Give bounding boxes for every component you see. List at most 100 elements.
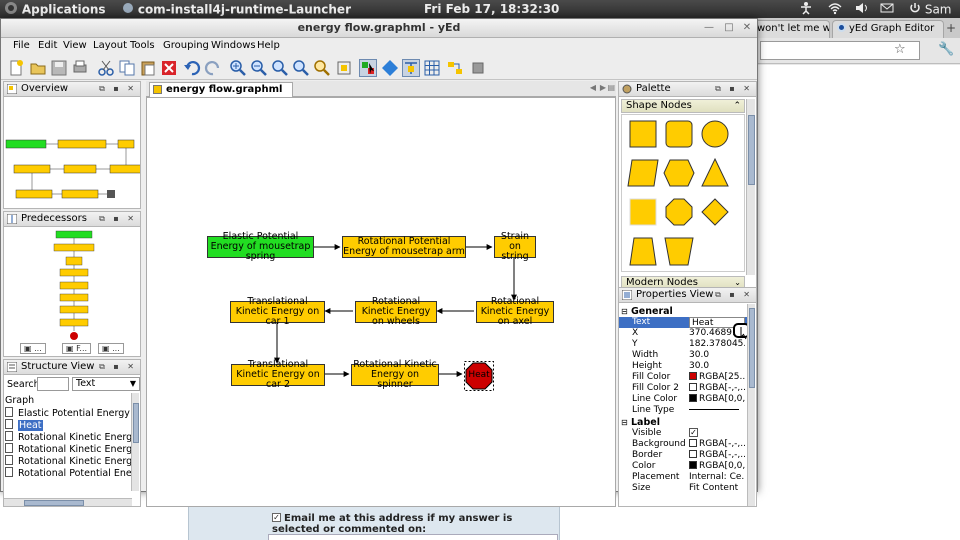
browser-tab-yed[interactable]: yEd Graph Editor xyxy=(832,20,944,38)
browser-tab-question[interactable]: won't let me w xyxy=(752,20,830,38)
navigation-mode-icon[interactable] xyxy=(381,59,399,77)
node-strain-on-string[interactable]: Strain on string xyxy=(494,232,536,262)
zoom-out-icon[interactable] xyxy=(250,59,268,77)
property-row-visible[interactable]: Visible ✓ xyxy=(619,428,747,439)
list-item-selected[interactable]: Heat xyxy=(5,419,132,431)
properties-header[interactable]: Properties View ⧉ ▪ ✕ xyxy=(619,288,756,303)
mail-icon[interactable] xyxy=(880,1,894,19)
menu-layout[interactable]: Layout xyxy=(93,40,127,51)
yed-titlebar[interactable]: energy flow.graphml - yEd — □ ✕ xyxy=(1,19,757,38)
panel-controls[interactable]: ⧉ ▪ ✕ xyxy=(99,212,137,226)
zoom-actual-icon[interactable] xyxy=(271,59,289,77)
property-row-line-color[interactable]: Line Color RGBA[0,0,... xyxy=(619,394,747,405)
property-row-fill-color[interactable]: Fill Color RGBA[25... xyxy=(619,372,747,383)
accessibility-icon[interactable] xyxy=(800,1,812,19)
node-tk-car2[interactable]: Translational Kinetic Energy on car 2 xyxy=(231,360,325,390)
tab-energy-flow[interactable]: energy flow.graphml xyxy=(149,82,294,97)
node-tk-car1[interactable]: Translational Kinetic Energy on car 1 xyxy=(230,297,325,327)
property-row-y[interactable]: Y182.378045... xyxy=(619,339,747,350)
email-notify-row[interactable]: ✓ Email me at this address if my answer i… xyxy=(272,513,542,535)
property-row-width[interactable]: Width 30.0 xyxy=(619,350,747,361)
overview-minimap[interactable] xyxy=(4,98,140,208)
fit-content-icon[interactable] xyxy=(335,59,353,77)
scroll-thumb[interactable] xyxy=(748,115,755,185)
paste-icon[interactable] xyxy=(139,59,157,77)
palette-vscrollbar[interactable] xyxy=(746,99,755,275)
zoom-area-icon[interactable] xyxy=(313,59,331,77)
save-icon[interactable] xyxy=(50,59,68,77)
zoom-in-icon[interactable] xyxy=(229,59,247,77)
list-item[interactable]: Elastic Potential Energy of m xyxy=(5,407,132,419)
list-item[interactable]: Rotational Kinetic Energy on xyxy=(5,443,132,455)
applications-menu[interactable]: Applications xyxy=(4,1,106,19)
orthogonal-edges-icon[interactable] xyxy=(446,59,464,77)
plugin-icon[interactable] xyxy=(469,59,487,77)
node-rk-axel[interactable]: Rotational Kinetic Energy on axel xyxy=(476,297,554,327)
structure-filter-select[interactable]: Text ▼ xyxy=(72,377,140,391)
node-elastic-potential[interactable]: Elastic Potential Energy of mousetrap sp… xyxy=(207,232,314,262)
properties-vscrollbar[interactable] xyxy=(747,304,755,506)
user-menu[interactable]: Sam xyxy=(909,1,952,19)
print-icon[interactable] xyxy=(71,59,89,77)
palette-header[interactable]: Palette ⧉ ▪ ✕ xyxy=(619,82,756,97)
section-shape-nodes[interactable]: Shape Nodes ⌃ xyxy=(621,99,745,113)
panel-controls[interactable]: ⧉ ▪ ✕ xyxy=(99,82,137,96)
property-row-placement[interactable]: Placement Internal: Ce... xyxy=(619,472,747,483)
delete-icon[interactable] xyxy=(160,59,178,77)
undo-icon[interactable] xyxy=(183,59,201,77)
predecessors-tabs[interactable]: ▣ ... ▣ F... ▣ ... xyxy=(6,343,140,356)
property-row-fill-color-2[interactable]: Fill Color 2 RGBA[-,-,... xyxy=(619,383,747,394)
property-row-size[interactable]: Size Fit Content xyxy=(619,483,747,494)
tree-root[interactable]: Graph xyxy=(5,395,132,407)
structure-search-input[interactable] xyxy=(37,377,69,391)
overview-header[interactable]: Overview ⧉ ▪ ✕ xyxy=(4,82,140,97)
volume-icon[interactable] xyxy=(855,1,869,19)
list-item[interactable]: Rotational Kinetic Energy on xyxy=(5,431,132,443)
task-button[interactable]: com-install4j-runtime-Launcher xyxy=(122,1,351,19)
edit-mode-icon[interactable] xyxy=(359,59,377,77)
property-row-line-type[interactable]: Line Type xyxy=(619,405,747,416)
structure-hscrollbar[interactable] xyxy=(4,498,132,506)
close-button[interactable]: ✕ xyxy=(741,22,753,34)
node-rotational-potential[interactable]: Rotational Potential Energy of mousetrap… xyxy=(342,236,466,258)
wifi-icon[interactable] xyxy=(828,1,842,19)
maximize-button[interactable]: □ xyxy=(723,22,735,34)
zoom-fit-icon[interactable] xyxy=(292,59,310,77)
property-row-background[interactable]: Background RGBA[-,-,... xyxy=(619,439,747,450)
list-item[interactable]: Rotational Potential Energy o xyxy=(5,467,132,479)
email-input[interactable] xyxy=(268,534,558,540)
property-row-text[interactable]: Text Heat xyxy=(619,317,747,328)
panel-controls[interactable]: ⧉ ▪ ✕ xyxy=(99,360,137,374)
copy-icon[interactable] xyxy=(118,59,136,77)
redo-icon[interactable] xyxy=(204,59,222,77)
menu-windows[interactable]: Windows xyxy=(211,40,256,51)
new-tab-button[interactable]: + xyxy=(946,21,958,35)
predecessors-header[interactable]: Predecessors ⧉ ▪ ✕ xyxy=(4,212,140,227)
email-notify-checkbox[interactable]: ✓ xyxy=(272,513,281,522)
property-group-general[interactable]: ⊟ General xyxy=(619,306,747,317)
cut-icon[interactable] xyxy=(97,59,115,77)
property-row-color[interactable]: Color RGBA[0,0,... xyxy=(619,461,747,472)
panel-controls[interactable]: ⧉ ▪ ✕ xyxy=(715,82,753,96)
menu-grouping[interactable]: Grouping xyxy=(163,40,209,51)
menu-file[interactable]: File xyxy=(13,40,30,51)
structure-vscrollbar[interactable] xyxy=(131,393,139,491)
panel-controls[interactable]: ⧉ ▪ ✕ xyxy=(715,288,753,302)
clock[interactable]: Fri Feb 17, 18:32:30 xyxy=(424,1,559,17)
graph-canvas[interactable]: Elastic Potential Energy of mousetrap sp… xyxy=(146,97,616,507)
property-row-x[interactable]: X 370.4689150 xyxy=(619,328,747,339)
node-rk-spinner[interactable]: Rotational Kinetic Energy on spinner xyxy=(351,360,439,390)
menu-edit[interactable]: Edit xyxy=(38,40,57,51)
scroll-thumb[interactable] xyxy=(749,308,755,388)
menu-tools[interactable]: Tools xyxy=(130,40,155,51)
snapping-icon[interactable] xyxy=(402,59,420,77)
property-row-border[interactable]: Border RGBA[-,-,... xyxy=(619,450,747,461)
wrench-icon[interactable]: 🔧 xyxy=(938,42,954,57)
scroll-thumb[interactable] xyxy=(133,403,139,443)
open-folder-icon[interactable] xyxy=(29,59,47,77)
list-item[interactable]: Rotational Kinetic Energy on xyxy=(5,455,132,467)
tab-scroll-right-icon[interactable]: ▶ xyxy=(600,83,606,92)
grid-icon[interactable] xyxy=(423,59,441,77)
property-row-height[interactable]: Height 30.0 xyxy=(619,361,747,372)
node-heat[interactable]: Heat xyxy=(464,361,494,391)
